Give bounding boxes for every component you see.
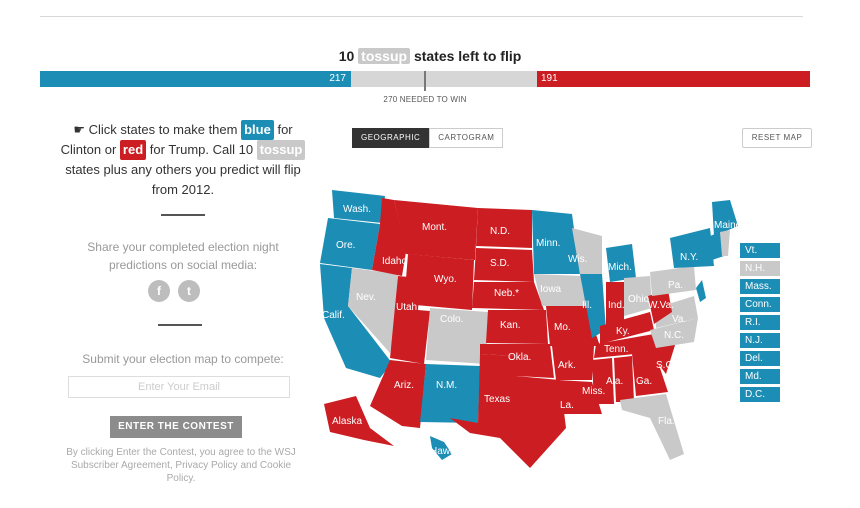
label-wis: Wis. bbox=[568, 254, 587, 265]
ne-state-vt[interactable]: Vt. bbox=[740, 243, 780, 258]
instructions-panel: ☛ Click states to make them blue for Cli… bbox=[58, 120, 308, 216]
label-miss: Miss. bbox=[582, 386, 605, 397]
northeast-state-list: Vt. N.H. Mass. Conn. R.I. N.J. Del. Md. D.C. bbox=[740, 243, 780, 405]
label-pa: Pa. bbox=[668, 280, 683, 291]
top-divider bbox=[40, 16, 803, 17]
label-sc: S.C. bbox=[656, 360, 675, 371]
label-la: La. bbox=[560, 400, 574, 411]
instr-part3: for Trump. Call 10 bbox=[149, 142, 254, 157]
tossup-headline: 10 tossup states left to flip bbox=[0, 48, 860, 64]
red-pill: red bbox=[119, 140, 147, 160]
ne-state-nj[interactable]: N.J. bbox=[740, 333, 780, 348]
share-text: Share your completed election night pred… bbox=[87, 240, 279, 272]
dem-bar-segment: 217 bbox=[40, 71, 351, 87]
social-buttons: f t bbox=[148, 280, 200, 302]
label-va: Va. bbox=[672, 314, 686, 325]
label-kan: Kan. bbox=[500, 320, 521, 331]
ne-state-nh[interactable]: N.H. bbox=[740, 261, 780, 276]
label-maine: Maine* bbox=[714, 220, 745, 231]
label-nd: N.D. bbox=[490, 226, 510, 237]
label-tenn: Tenn. bbox=[604, 344, 628, 355]
label-colo: Colo. bbox=[440, 314, 463, 325]
map-view-tabs: GEOGRAPHIC CARTOGRAM bbox=[352, 128, 504, 148]
enter-contest-button[interactable]: ENTER THE CONTEST bbox=[110, 416, 242, 438]
label-sd: S.D. bbox=[490, 258, 509, 269]
tossup-pill: tossup bbox=[358, 48, 411, 64]
label-calif: Calif. bbox=[322, 310, 345, 321]
dem-ev-count: 217 bbox=[329, 73, 346, 84]
reset-map-button[interactable]: RESET MAP bbox=[742, 128, 812, 148]
label-nm: N.M. bbox=[436, 380, 457, 391]
label-wyo: Wyo. bbox=[434, 274, 457, 285]
label-alaska: Alaska bbox=[332, 416, 362, 427]
label-ill: Ill. bbox=[582, 300, 592, 311]
ne-state-dc[interactable]: D.C. bbox=[740, 387, 780, 402]
label-mich: Mich. bbox=[608, 262, 632, 273]
state-nm[interactable] bbox=[420, 364, 480, 423]
twitter-icon[interactable]: t bbox=[178, 280, 200, 302]
state-fla[interactable] bbox=[620, 394, 684, 460]
ne-state-ri[interactable]: R.I. bbox=[740, 315, 780, 330]
ne-state-mass[interactable]: Mass. bbox=[740, 279, 780, 294]
label-ala: Ala. bbox=[606, 376, 623, 387]
headline-suffix: states left to flip bbox=[413, 48, 522, 64]
win-threshold-label: 270 NEEDED TO WIN bbox=[383, 95, 467, 104]
label-texas: Texas bbox=[484, 394, 510, 405]
label-ark: Ark. bbox=[558, 360, 576, 371]
label-mont: Mont. bbox=[422, 222, 447, 233]
ne-state-md[interactable]: Md. bbox=[740, 369, 780, 384]
rep-ev-count: 191 bbox=[541, 73, 558, 84]
ne-state-del[interactable]: Del. bbox=[740, 351, 780, 366]
ne-state-conn[interactable]: Conn. bbox=[740, 297, 780, 312]
submit-label: Submit your election map to compete: bbox=[82, 352, 284, 366]
label-ny: N.Y. bbox=[680, 252, 698, 263]
label-nev: Nev. bbox=[356, 292, 376, 303]
blue-pill: blue bbox=[241, 120, 274, 140]
tossup-pill-inline: tossup bbox=[256, 140, 306, 160]
tossup-count: 10 bbox=[338, 48, 355, 64]
win-threshold-marker bbox=[424, 71, 426, 91]
instr-part1: Click states to make them bbox=[88, 122, 238, 137]
label-fla: Fla. bbox=[658, 416, 675, 427]
rep-bar-segment: 191 bbox=[537, 71, 810, 87]
email-input[interactable]: Enter Your Email bbox=[68, 376, 290, 398]
label-iowa: Iowa bbox=[540, 284, 562, 295]
instr-part4: states plus any others you predict will … bbox=[65, 162, 301, 197]
state-nj[interactable] bbox=[696, 280, 706, 302]
tab-geographic[interactable]: GEOGRAPHIC bbox=[352, 128, 430, 148]
label-neb: Neb.* bbox=[494, 288, 519, 299]
label-hawaii: Hawaii bbox=[430, 446, 460, 457]
label-wash: Wash. bbox=[343, 204, 371, 215]
instructions-text: ☛ Click states to make them blue for Cli… bbox=[58, 120, 308, 200]
label-nc: N.C. bbox=[664, 330, 684, 341]
label-minn: Minn. bbox=[536, 238, 560, 249]
label-idaho: Idaho bbox=[382, 256, 407, 267]
label-ky: Ky. bbox=[616, 326, 630, 337]
label-ore: Ore. bbox=[336, 240, 355, 251]
tossup-bar-segment bbox=[351, 71, 537, 87]
pointer-icon: ☛ bbox=[73, 122, 86, 137]
tab-cartogram[interactable]: CARTOGRAM bbox=[429, 128, 504, 148]
label-ohio: Ohio bbox=[628, 294, 650, 305]
label-ind: Ind. bbox=[608, 300, 625, 311]
label-utah: Utah bbox=[396, 302, 417, 313]
label-ga: Ga. bbox=[636, 376, 652, 387]
label-mo: Mo. bbox=[554, 322, 571, 333]
us-map: Wash. Ore. Calif. Nev. Idaho Mont. Wyo. … bbox=[320, 190, 745, 468]
label-wva: W.Va. bbox=[648, 300, 674, 311]
label-okla: Okla. bbox=[508, 352, 531, 363]
section-divider-2 bbox=[158, 324, 202, 326]
facebook-icon[interactable]: f bbox=[148, 280, 170, 302]
label-ariz: Ariz. bbox=[394, 380, 414, 391]
section-divider bbox=[161, 214, 205, 216]
fine-print: By clicking Enter the Contest, you agree… bbox=[66, 447, 296, 484]
